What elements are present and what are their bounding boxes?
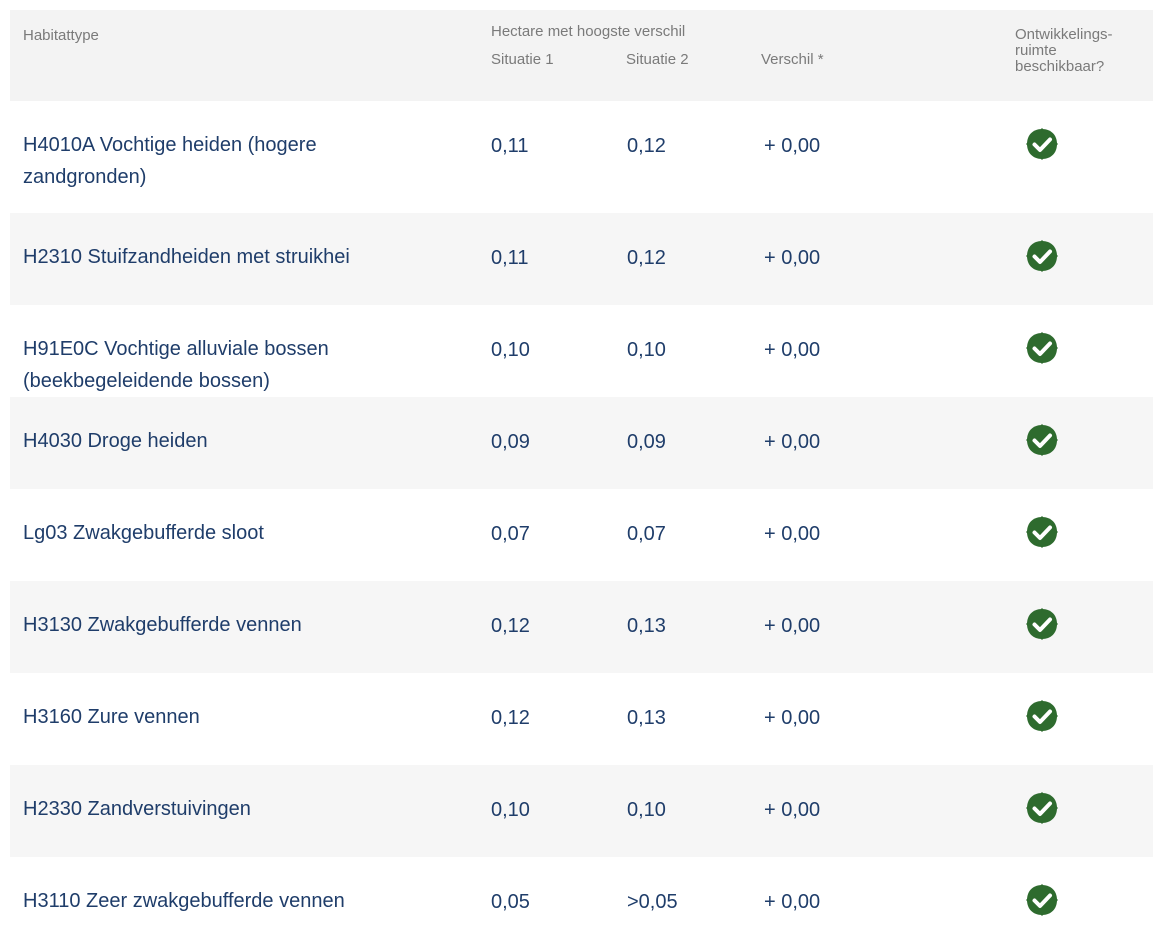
table-row: H3160 Zure vennen 0,12 0,13 + 0,00 [10,673,1153,765]
header-dev-line-2: ruimte [1015,42,1057,59]
situatie-2-value: 0,12 [627,247,666,269]
table-row: H3110 Zeer zwakgebufferde vennen 0,05 >0,0… [10,857,1153,949]
habitat-name: H4030 Droge heiden [23,430,208,452]
situatie-1-value: 0,11 [491,247,529,269]
situatie-1-value: 0,10 [491,799,530,821]
verschil-value: + 0,00 [764,135,821,157]
situatie-2-value: 0,07 [627,523,666,545]
situatie-1-value: 0,12 [491,615,530,637]
verschil-value: + 0,00 [764,615,821,637]
check-icon [1025,331,1059,365]
table-row: H4010A Vochtige heiden (hogere zandgrond… [10,101,1153,213]
situatie-2-value: 0,13 [627,615,666,637]
table-row: H91E0C Vochtige alluviale bossen (beekbe… [10,305,1153,397]
habitat-name: H3110 Zeer zwakgebufferde vennen [23,890,345,912]
table-row: H4030 Droge heiden 0,09 0,09 + 0,00 [10,397,1153,489]
header-habitattype: Habitattype [23,27,99,44]
header-situatie-1: Situatie 1 [491,51,554,68]
check-icon [1025,515,1059,549]
table-row: H3130 Zwakgebufferde vennen 0,12 0,13 + 0,0… [10,581,1153,673]
situatie-1-value: 0,05 [491,891,530,913]
habitat-name: H4010A Vochtige heiden (hogere zandgrond… [23,134,317,188]
verschil-value: + 0,00 [764,247,821,269]
habitat-name: H3130 Zwakgebufferde vennen [23,614,302,636]
table-body: H4010A Vochtige heiden (hogere zandgrond… [10,101,1153,949]
verschil-value: + 0,00 [764,891,821,913]
table-row: H2310 Stuifzandheiden met struikhei 0,11 0… [10,213,1153,305]
situatie-1-value: 0,12 [491,707,530,729]
habitat-name: H91E0C Vochtige alluviale bossen (beekbe… [23,338,329,392]
verschil-value: + 0,00 [764,431,821,453]
header-situatie-2: Situatie 2 [626,51,689,68]
habitat-name: H3160 Zure vennen [23,706,200,728]
situatie-1-value: 0,07 [491,523,530,545]
situatie-2-value: 0,12 [627,135,666,157]
verschil-value: + 0,00 [764,523,821,545]
situatie-2-value: 0,10 [627,339,666,361]
situatie-2-value: >0,05 [627,891,678,913]
habitat-name: H2330 Zandverstuivingen [23,798,251,820]
table-row: H2330 Zandverstuivingen 0,10 0,10 + 0,00 [10,765,1153,857]
header-dev-line-3: beschikbaar? [1015,58,1105,75]
header-ontwikkelingsruimte: Ontwikkelings- ruimte beschikbaar? [1015,27,1153,75]
header-hectare-group: Hectare met hoogste verschil [491,23,686,40]
situatie-1-value: 0,10 [491,339,530,361]
check-icon [1025,127,1059,161]
check-icon [1025,699,1059,733]
verschil-value: + 0,00 [764,339,821,361]
check-icon [1025,239,1059,273]
header-dev-line-1: Ontwikkelings- [1015,26,1113,43]
habitat-name: Lg03 Zwakgebufferde sloot [23,522,264,544]
check-icon [1025,791,1059,825]
habitat-name: H2310 Stuifzandheiden met struikhei [23,246,350,268]
check-icon [1025,607,1059,641]
situatie-2-value: 0,10 [627,799,666,821]
situatie-1-value: 0,11 [491,135,529,157]
table-row: Lg03 Zwakgebufferde sloot 0,07 0,07 + 0,00 [10,489,1153,581]
habitat-table: Habitattype Hectare met hoogste verschil… [10,10,1153,949]
verschil-value: + 0,00 [764,707,821,729]
header-verschil: Verschil * [761,51,824,68]
check-icon [1025,883,1059,917]
situatie-2-value: 0,13 [627,707,666,729]
situatie-2-value: 0,09 [627,431,666,453]
verschil-value: + 0,00 [764,799,821,821]
check-icon [1025,423,1059,457]
table-header: Habitattype Hectare met hoogste verschil… [10,10,1153,101]
situatie-1-value: 0,09 [491,431,530,453]
